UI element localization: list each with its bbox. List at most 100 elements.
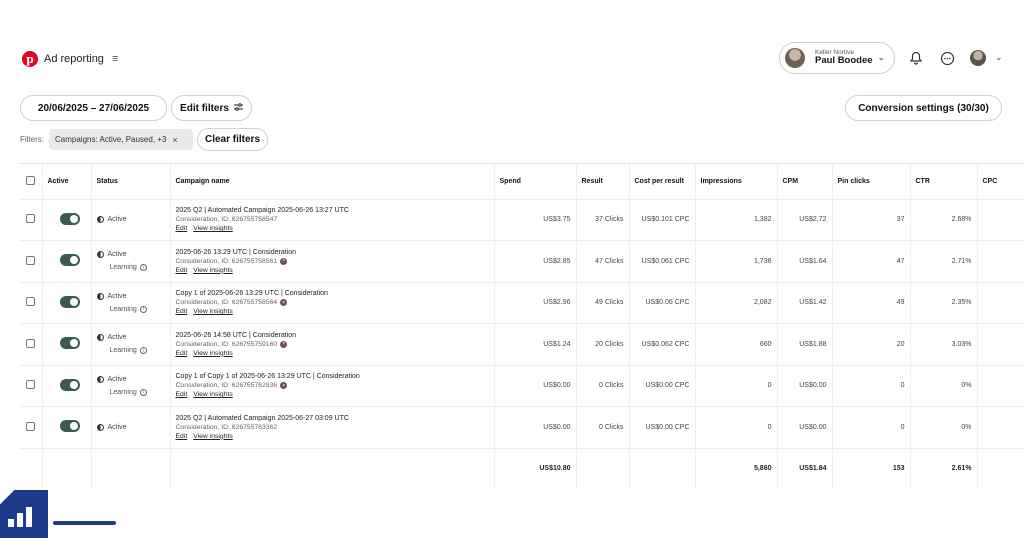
campaign-id-text: Consideration, ID: 626755762936 — [175, 382, 278, 390]
column-header[interactable]: Status — [91, 164, 171, 199]
row-checkbox[interactable] — [26, 338, 35, 348]
cpc-cell — [977, 406, 1024, 448]
row-checkbox[interactable] — [26, 297, 35, 307]
profile-avatar[interactable] — [970, 50, 986, 66]
campaign-links: Edit View insights — [176, 225, 489, 232]
column-header[interactable]: Impressions — [695, 164, 778, 199]
campaign-name-cell: Copy 1 of Copy 1 of 2025-06-26 13:29 UTC… — [170, 364, 495, 407]
bell-icon[interactable] — [908, 50, 924, 66]
spend-value: US$2.96 — [543, 299, 571, 307]
active-cell[interactable] — [42, 198, 92, 241]
view-insights-link[interactable]: View insights — [193, 308, 233, 315]
filter-chip[interactable]: Campaigns: Active, Paused, +3 × — [49, 129, 193, 150]
impressions-value: 660 — [759, 340, 772, 348]
row-select-cell[interactable] — [20, 364, 43, 407]
edit-link[interactable]: Edit — [176, 433, 188, 440]
view-insights-link[interactable]: View insights — [193, 433, 233, 440]
active-cell[interactable] — [42, 281, 92, 324]
table-row[interactable]: Active 2025 Q2 | Automated Campaign 2025… — [20, 198, 1024, 241]
active-toggle[interactable] — [59, 337, 80, 350]
account-switcher[interactable]: Keller Nortive Paul Boodee ⌄ — [779, 42, 895, 74]
active-cell[interactable] — [42, 323, 92, 365]
spend-value: US$0.00 — [543, 423, 571, 431]
active-toggle[interactable] — [59, 295, 80, 308]
result-value: 20 Clicks — [595, 340, 624, 348]
active-toggle[interactable] — [59, 378, 80, 391]
campaign-id-text: Consideration, ID: 626755759160 — [175, 340, 278, 348]
info-icon[interactable]: i — [139, 347, 147, 355]
campaign-name[interactable]: 2025 Q2 | Automated Campaign 2025-06-27 … — [176, 415, 489, 422]
pin-clicks-cell: 49 — [832, 281, 911, 324]
edit-link[interactable]: Edit — [176, 391, 188, 398]
column-header[interactable]: Result — [576, 164, 630, 199]
table-row[interactable]: Active 2025 Q2 | Automated Campaign 2025… — [20, 406, 1024, 448]
warning-icon[interactable]: × — [280, 257, 288, 265]
status-badge: Active — [96, 423, 165, 431]
info-icon[interactable]: i — [139, 305, 147, 313]
view-insights-link[interactable]: View insights — [193, 350, 233, 357]
edit-filters-button[interactable]: Edit filters — [171, 95, 252, 121]
row-select-cell[interactable] — [20, 281, 43, 324]
active-cell[interactable] — [42, 364, 92, 407]
half-circle-icon — [96, 375, 104, 383]
row-checkbox[interactable] — [26, 380, 35, 390]
info-icon[interactable]: i — [139, 388, 147, 396]
table-row[interactable]: Active Learning i Copy 1 of Copy 1 of 202… — [20, 364, 1024, 407]
row-checkbox[interactable] — [26, 255, 35, 265]
edit-link[interactable]: Edit — [176, 267, 188, 274]
status-cell: Active Learning i — [91, 281, 171, 324]
column-header[interactable]: Active — [42, 164, 92, 199]
result-value: 47 Clicks — [595, 257, 624, 265]
totals-row: US$10.80 5,860 US$1.84 153 2.61% — [20, 447, 1024, 489]
campaign-name[interactable]: 2025 Q2 | Automated Campaign 2025-06-26 … — [176, 207, 489, 214]
column-header[interactable]: CPM — [777, 164, 833, 199]
campaign-name[interactable]: 2025-06-26 13:29 UTC | Consideration — [176, 249, 489, 256]
select-all-checkbox[interactable] — [26, 175, 35, 185]
row-select-cell[interactable] — [20, 323, 43, 365]
active-toggle[interactable] — [59, 212, 80, 225]
view-insights-link[interactable]: View insights — [193, 225, 233, 232]
menu-icon[interactable]: ≡ — [112, 53, 118, 65]
column-header[interactable]: CPC — [977, 164, 1024, 199]
campaign-name[interactable]: Copy 1 of Copy 1 of 2025-06-26 13:29 UTC… — [176, 373, 489, 380]
row-checkbox[interactable] — [26, 421, 35, 431]
warning-icon[interactable]: × — [280, 382, 288, 390]
row-select-cell[interactable] — [20, 198, 43, 241]
conversion-settings-button[interactable]: Conversion settings (30/30) — [845, 95, 1002, 121]
close-icon[interactable]: × — [172, 135, 177, 145]
view-insights-link[interactable]: View insights — [193, 391, 233, 398]
row-select-cell[interactable] — [20, 240, 43, 282]
edit-link[interactable]: Edit — [176, 350, 188, 357]
clear-filters-button[interactable]: Clear filters — [197, 128, 268, 151]
column-header[interactable]: Pin clicks — [832, 164, 911, 199]
warning-icon[interactable]: × — [280, 340, 288, 348]
chevron-down-icon[interactable]: ⌄ — [995, 52, 1003, 63]
table-row[interactable]: Active Learning i 2025-06-26 13:29 UTC | … — [20, 240, 1024, 282]
table-row[interactable]: Active Learning i 2025-06-26 14:58 UTC | … — [20, 323, 1024, 365]
active-toggle[interactable] — [59, 254, 80, 267]
campaign-name[interactable]: 2025-06-26 14:58 UTC | Consideration — [176, 332, 489, 339]
view-insights-link[interactable]: View insights — [193, 267, 233, 274]
column-header[interactable]: Spend — [494, 164, 577, 199]
ctr-value: 0% — [961, 382, 972, 390]
filters-label: Filters: — [20, 135, 44, 144]
campaign-name[interactable]: Copy 1 of 2025-06-26 13:29 UTC | Conside… — [176, 290, 489, 297]
active-cell[interactable] — [42, 406, 92, 448]
select-all-cell[interactable] — [20, 164, 43, 199]
column-header[interactable]: Cost per result — [629, 164, 696, 199]
row-checkbox[interactable] — [26, 214, 35, 224]
warning-icon[interactable]: × — [280, 299, 288, 307]
table-row[interactable]: Active Learning i Copy 1 of 2025-06-26 13… — [20, 281, 1024, 324]
edit-link[interactable]: Edit — [176, 308, 188, 315]
active-toggle[interactable] — [59, 420, 80, 433]
brand[interactable]: p Ad reporting ≡ — [22, 51, 118, 67]
edit-link[interactable]: Edit — [176, 225, 188, 232]
chat-icon[interactable] — [939, 50, 955, 66]
active-cell[interactable] — [42, 240, 92, 282]
info-icon[interactable]: i — [139, 264, 147, 272]
cpm-cell: US$1.64 — [777, 240, 833, 282]
column-header[interactable]: CTR — [910, 164, 978, 199]
date-range-button[interactable]: 20/06/2025 – 27/06/2025 — [20, 95, 167, 121]
column-header[interactable]: Campaign name — [170, 164, 495, 199]
row-select-cell[interactable] — [20, 406, 43, 448]
